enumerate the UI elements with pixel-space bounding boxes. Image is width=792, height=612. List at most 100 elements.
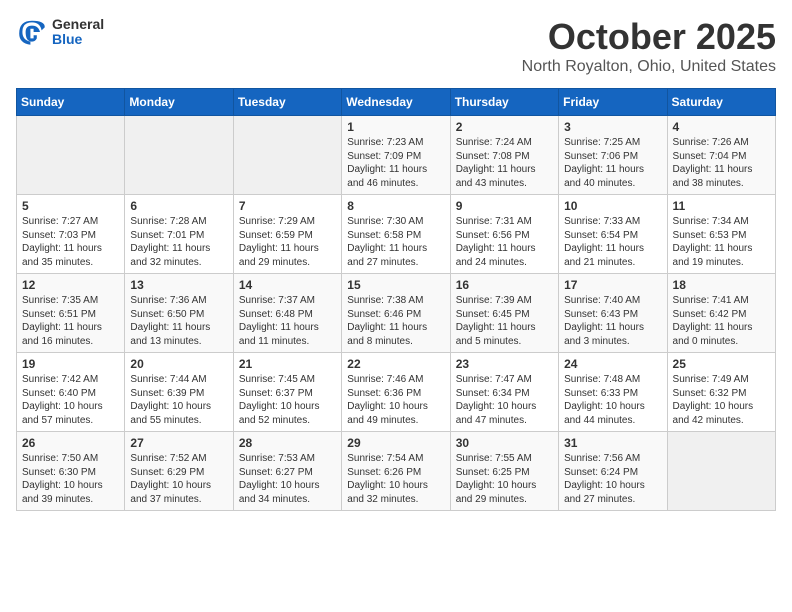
day-info: Sunrise: 7:33 AM Sunset: 6:54 PM Dayligh… [564,215,661,269]
day-info: Sunrise: 7:46 AM Sunset: 6:36 PM Dayligh… [347,373,444,427]
day-number: 4 [673,120,770,134]
day-number: 31 [564,436,661,450]
calendar-cell: 15 Sunrise: 7:38 AM Sunset: 6:46 PM Dayli… [342,274,450,353]
calendar-cell: 28 Sunrise: 7:53 AM Sunset: 6:27 PM Dayli… [233,432,341,511]
day-number: 12 [22,278,119,292]
calendar-cell: 7 Sunrise: 7:29 AM Sunset: 6:59 PM Daylig… [233,195,341,274]
day-info: Sunrise: 7:27 AM Sunset: 7:03 PM Dayligh… [22,215,119,269]
day-info: Sunrise: 7:25 AM Sunset: 7:06 PM Dayligh… [564,136,661,190]
day-info: Sunrise: 7:47 AM Sunset: 6:34 PM Dayligh… [456,373,553,427]
day-info: Sunrise: 7:29 AM Sunset: 6:59 PM Dayligh… [239,215,336,269]
day-info: Sunrise: 7:34 AM Sunset: 6:53 PM Dayligh… [673,215,770,269]
day-number: 5 [22,199,119,213]
day-number: 26 [22,436,119,450]
day-number: 29 [347,436,444,450]
day-info: Sunrise: 7:35 AM Sunset: 6:51 PM Dayligh… [22,294,119,348]
calendar-cell: 9 Sunrise: 7:31 AM Sunset: 6:56 PM Daylig… [450,195,558,274]
day-info: Sunrise: 7:24 AM Sunset: 7:08 PM Dayligh… [456,136,553,190]
logo-icon [16,16,48,48]
day-info: Sunrise: 7:39 AM Sunset: 6:45 PM Dayligh… [456,294,553,348]
day-info: Sunrise: 7:49 AM Sunset: 6:32 PM Dayligh… [673,373,770,427]
day-number: 9 [456,199,553,213]
calendar-cell: 12 Sunrise: 7:35 AM Sunset: 6:51 PM Dayli… [17,274,125,353]
calendar-cell: 17Sunrise: 7:40 AM Sunset: 6:43 PM Dayli… [559,274,667,353]
day-number: 17 [564,278,661,292]
day-number: 19 [22,357,119,371]
day-info: Sunrise: 7:55 AM Sunset: 6:25 PM Dayligh… [456,452,553,506]
weekday-header-monday: Monday [125,89,233,116]
day-number: 7 [239,199,336,213]
day-info: Sunrise: 7:31 AM Sunset: 6:56 PM Dayligh… [456,215,553,269]
day-number: 6 [130,199,227,213]
calendar-cell: 22Sunrise: 7:46 AM Sunset: 6:36 PM Dayli… [342,353,450,432]
calendar-cell: 31 Sunrise: 7:56 AM Sunset: 6:24 PM Dayli… [559,432,667,511]
calendar-cell: 8 Sunrise: 7:30 AM Sunset: 6:58 PM Daylig… [342,195,450,274]
day-info: Sunrise: 7:45 AM Sunset: 6:37 PM Dayligh… [239,373,336,427]
calendar-week-1: 1 Sunrise: 7:23 AM Sunset: 7:09 PM Daylig… [17,116,776,195]
weekday-header-tuesday: Tuesday [233,89,341,116]
calendar-cell: 14Sunrise: 7:37 AM Sunset: 6:48 PM Dayli… [233,274,341,353]
day-info: Sunrise: 7:53 AM Sunset: 6:27 PM Dayligh… [239,452,336,506]
calendar-cell: 2 Sunrise: 7:24 AM Sunset: 7:08 PM Daylig… [450,116,558,195]
day-number: 24 [564,357,661,371]
day-info: Sunrise: 7:56 AM Sunset: 6:24 PM Dayligh… [564,452,661,506]
title-location: North Royalton, Ohio, United States [522,58,776,76]
day-info: Sunrise: 7:52 AM Sunset: 6:29 PM Dayligh… [130,452,227,506]
day-info: Sunrise: 7:38 AM Sunset: 6:46 PM Dayligh… [347,294,444,348]
calendar-cell: 20Sunrise: 7:44 AM Sunset: 6:39 PM Dayli… [125,353,233,432]
day-number: 25 [673,357,770,371]
weekday-header-saturday: Saturday [667,89,775,116]
day-info: Sunrise: 7:54 AM Sunset: 6:26 PM Dayligh… [347,452,444,506]
weekday-header-sunday: Sunday [17,89,125,116]
calendar-week-2: 5 Sunrise: 7:27 AM Sunset: 7:03 PM Daylig… [17,195,776,274]
logo-text: General Blue [52,17,104,48]
calendar-cell: 25 Sunrise: 7:49 AM Sunset: 6:32 PM Dayli… [667,353,775,432]
calendar-cell: 23 Sunrise: 7:47 AM Sunset: 6:34 PM Dayli… [450,353,558,432]
calendar-cell: 16 Sunrise: 7:39 AM Sunset: 6:45 PM Dayli… [450,274,558,353]
day-info: Sunrise: 7:28 AM Sunset: 7:01 PM Dayligh… [130,215,227,269]
calendar-cell [667,432,775,511]
day-number: 27 [130,436,227,450]
calendar-week-3: 12 Sunrise: 7:35 AM Sunset: 6:51 PM Dayli… [17,274,776,353]
day-info: Sunrise: 7:30 AM Sunset: 6:58 PM Dayligh… [347,215,444,269]
calendar-cell: 4 Sunrise: 7:26 AM Sunset: 7:04 PM Daylig… [667,116,775,195]
calendar-table: SundayMondayTuesdayWednesdayThursdayFrid… [16,88,776,511]
calendar-week-5: 26 Sunrise: 7:50 AM Sunset: 6:30 PM Dayli… [17,432,776,511]
day-info: Sunrise: 7:23 AM Sunset: 7:09 PM Dayligh… [347,136,444,190]
logo-general: General [52,17,104,32]
day-number: 18 [673,278,770,292]
day-number: 8 [347,199,444,213]
day-number: 1 [347,120,444,134]
day-info: Sunrise: 7:36 AM Sunset: 6:50 PM Dayligh… [130,294,227,348]
day-info: Sunrise: 7:26 AM Sunset: 7:04 PM Dayligh… [673,136,770,190]
calendar-cell: 11 Sunrise: 7:34 AM Sunset: 6:53 PM Dayli… [667,195,775,274]
day-number: 11 [673,199,770,213]
day-number: 30 [456,436,553,450]
calendar-cell [233,116,341,195]
day-number: 16 [456,278,553,292]
day-number: 23 [456,357,553,371]
day-number: 2 [456,120,553,134]
calendar-cell: 3 Sunrise: 7:25 AM Sunset: 7:06 PM Daylig… [559,116,667,195]
day-number: 10 [564,199,661,213]
calendar-cell: 21Sunrise: 7:45 AM Sunset: 6:37 PM Dayli… [233,353,341,432]
weekday-header-friday: Friday [559,89,667,116]
day-number: 3 [564,120,661,134]
title-month: October 2025 [522,16,776,58]
day-info: Sunrise: 7:50 AM Sunset: 6:30 PM Dayligh… [22,452,119,506]
day-info: Sunrise: 7:48 AM Sunset: 6:33 PM Dayligh… [564,373,661,427]
weekday-header-row: SundayMondayTuesdayWednesdayThursdayFrid… [17,89,776,116]
title-area: October 2025 North Royalton, Ohio, Unite… [522,16,776,76]
weekday-header-thursday: Thursday [450,89,558,116]
calendar-cell: 6 Sunrise: 7:28 AM Sunset: 7:01 PM Daylig… [125,195,233,274]
calendar-cell: 26 Sunrise: 7:50 AM Sunset: 6:30 PM Dayli… [17,432,125,511]
calendar-cell: 10 Sunrise: 7:33 AM Sunset: 6:54 PM Dayli… [559,195,667,274]
day-number: 15 [347,278,444,292]
calendar-cell: 19 Sunrise: 7:42 AM Sunset: 6:40 PM Dayli… [17,353,125,432]
calendar-cell: 18Sunrise: 7:41 AM Sunset: 6:42 PM Dayli… [667,274,775,353]
day-info: Sunrise: 7:42 AM Sunset: 6:40 PM Dayligh… [22,373,119,427]
calendar-cell: 27 Sunrise: 7:52 AM Sunset: 6:29 PM Dayli… [125,432,233,511]
calendar-cell [125,116,233,195]
day-number: 14 [239,278,336,292]
day-number: 28 [239,436,336,450]
